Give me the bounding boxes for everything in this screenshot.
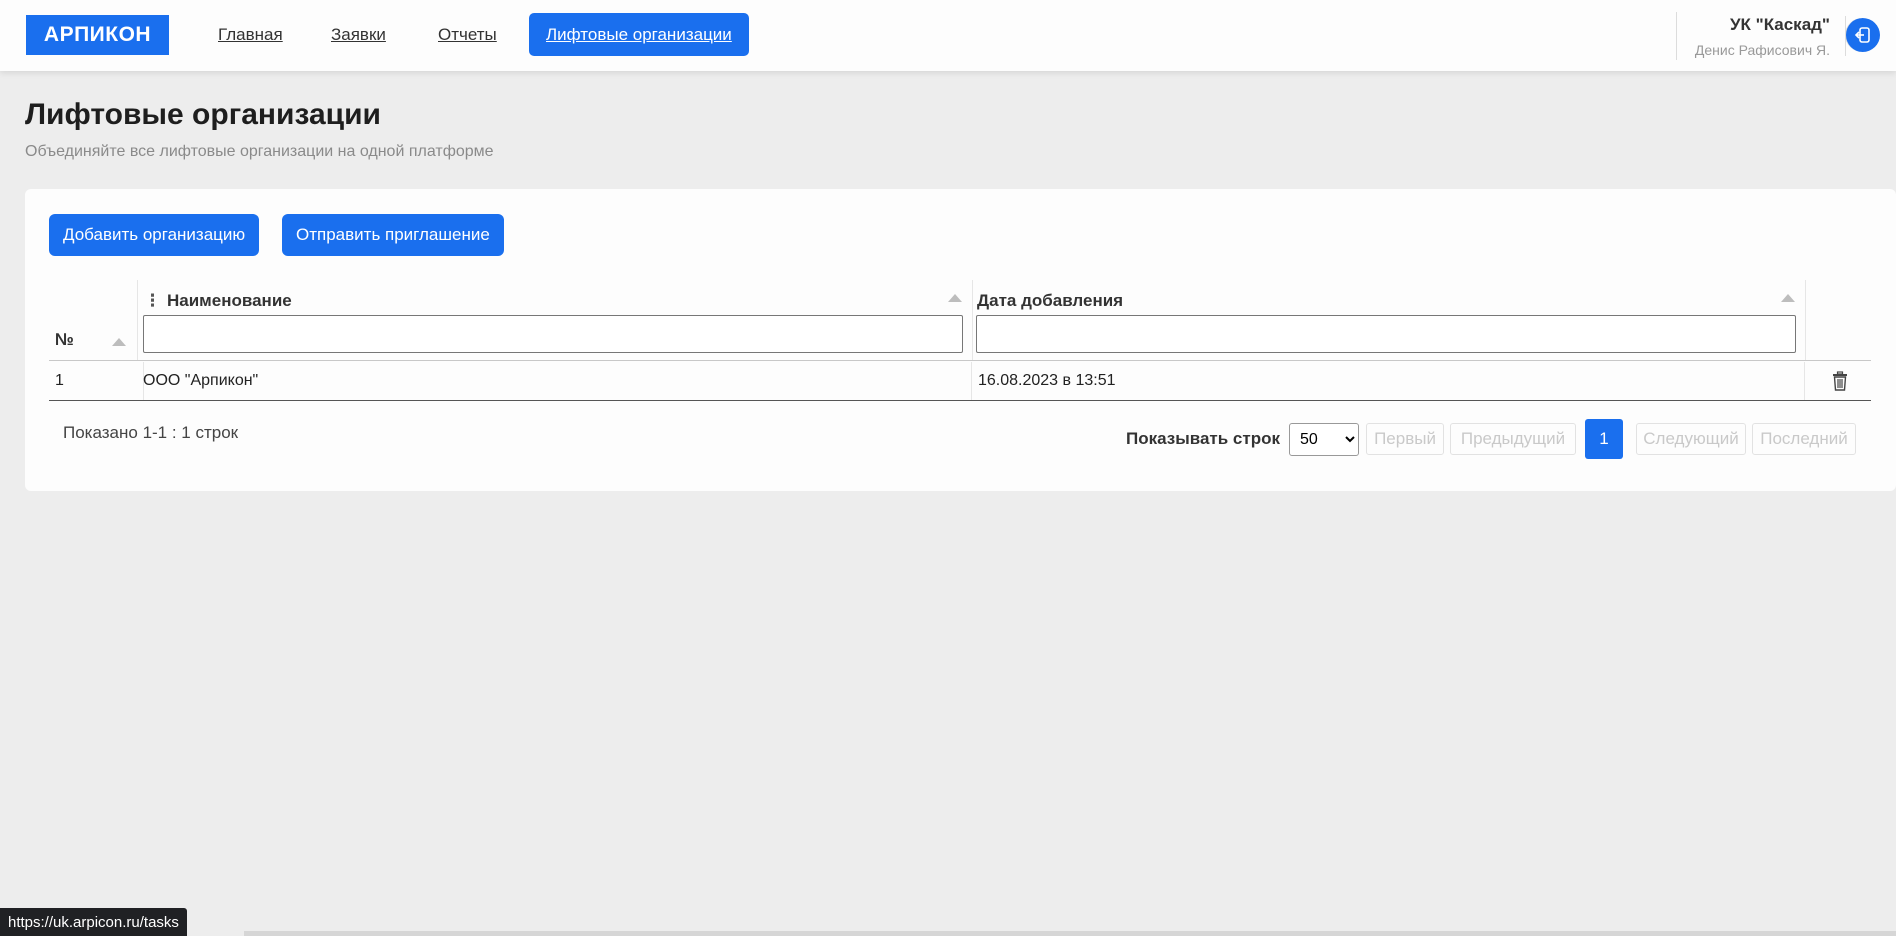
column-label-name-text: Наименование: [167, 291, 292, 310]
date-filter-input[interactable]: [976, 315, 1796, 353]
sort-asc-icon[interactable]: [948, 294, 962, 302]
page-subtitle: Объединяйте все лифтовые организации на …: [25, 143, 494, 160]
column-label-no: №: [55, 330, 74, 349]
add-organization-button[interactable]: Добавить организацию: [49, 214, 260, 256]
cell-name-text: ООО "Арпикон": [143, 372, 259, 389]
nav-link-reports[interactable]: Отчеты: [438, 13, 497, 56]
rows-per-page-select[interactable]: 50: [1289, 423, 1359, 456]
trash-icon[interactable]: [1829, 370, 1851, 392]
horizontal-scrollbar[interactable]: [244, 931, 1896, 936]
rows-per-page-label: Показывать строк: [1126, 429, 1280, 448]
organizations-card: Добавить организацию Отправить приглашен…: [25, 189, 1896, 491]
cell-name: ООО "Арпикон": [143, 362, 972, 400]
account-info: УК "Каскад" Денис Рафисович Я.: [1675, 12, 1830, 60]
rows-shown-info: Показано 1-1 : 1 строк: [63, 423, 239, 442]
column-label-date: Дата добавления: [977, 291, 1124, 310]
sort-asc-icon[interactable]: [112, 338, 126, 346]
send-invitation-button[interactable]: Отправить приглашение: [282, 214, 504, 256]
nav-link-home[interactable]: Главная: [218, 13, 283, 56]
column-label-name: ⋮ Наименование: [144, 291, 292, 311]
org-name: УК "Каскад": [1729, 15, 1830, 34]
cell-date: 16.08.2023 в 13:51: [971, 362, 1805, 400]
table-header-divider: [49, 360, 1871, 361]
status-bar-url: https://uk.arpicon.ru/tasks: [0, 908, 187, 936]
table-row[interactable]: 1 ООО "Арпикон" 16.08.2023 в 13:51: [49, 362, 1871, 401]
logo[interactable]: АРПИКОН: [26, 15, 169, 55]
logout-icon: [1854, 27, 1870, 43]
logout-button[interactable]: [1845, 18, 1880, 52]
nav-link-elevator-orgs[interactable]: Лифтовые организации: [529, 13, 749, 56]
page-1-button[interactable]: 1: [1585, 419, 1623, 459]
nav-link-requests[interactable]: Заявки: [331, 13, 386, 56]
column-header-name[interactable]: ⋮ Наименование: [137, 280, 973, 360]
first-page-button[interactable]: Первый: [1366, 423, 1444, 455]
last-page-button[interactable]: Последний: [1752, 423, 1856, 455]
cell-no: 1: [55, 372, 64, 389]
top-navbar: АРПИКОН Главная Заявки Отчеты Лифтовые о…: [0, 0, 1896, 71]
prev-page-button[interactable]: Предыдущий: [1450, 423, 1576, 455]
column-header-date[interactable]: Дата добавления: [971, 280, 1806, 360]
column-header-no[interactable]: №: [49, 280, 137, 360]
sort-asc-icon[interactable]: [1781, 294, 1795, 302]
user-name: Денис Рафисович Я.: [1694, 42, 1830, 58]
next-page-button[interactable]: Следующий: [1636, 423, 1746, 455]
page-title: Лифтовые организации: [25, 98, 381, 131]
drag-handle-icon[interactable]: ⋮: [144, 291, 161, 310]
name-filter-input[interactable]: [143, 315, 963, 353]
